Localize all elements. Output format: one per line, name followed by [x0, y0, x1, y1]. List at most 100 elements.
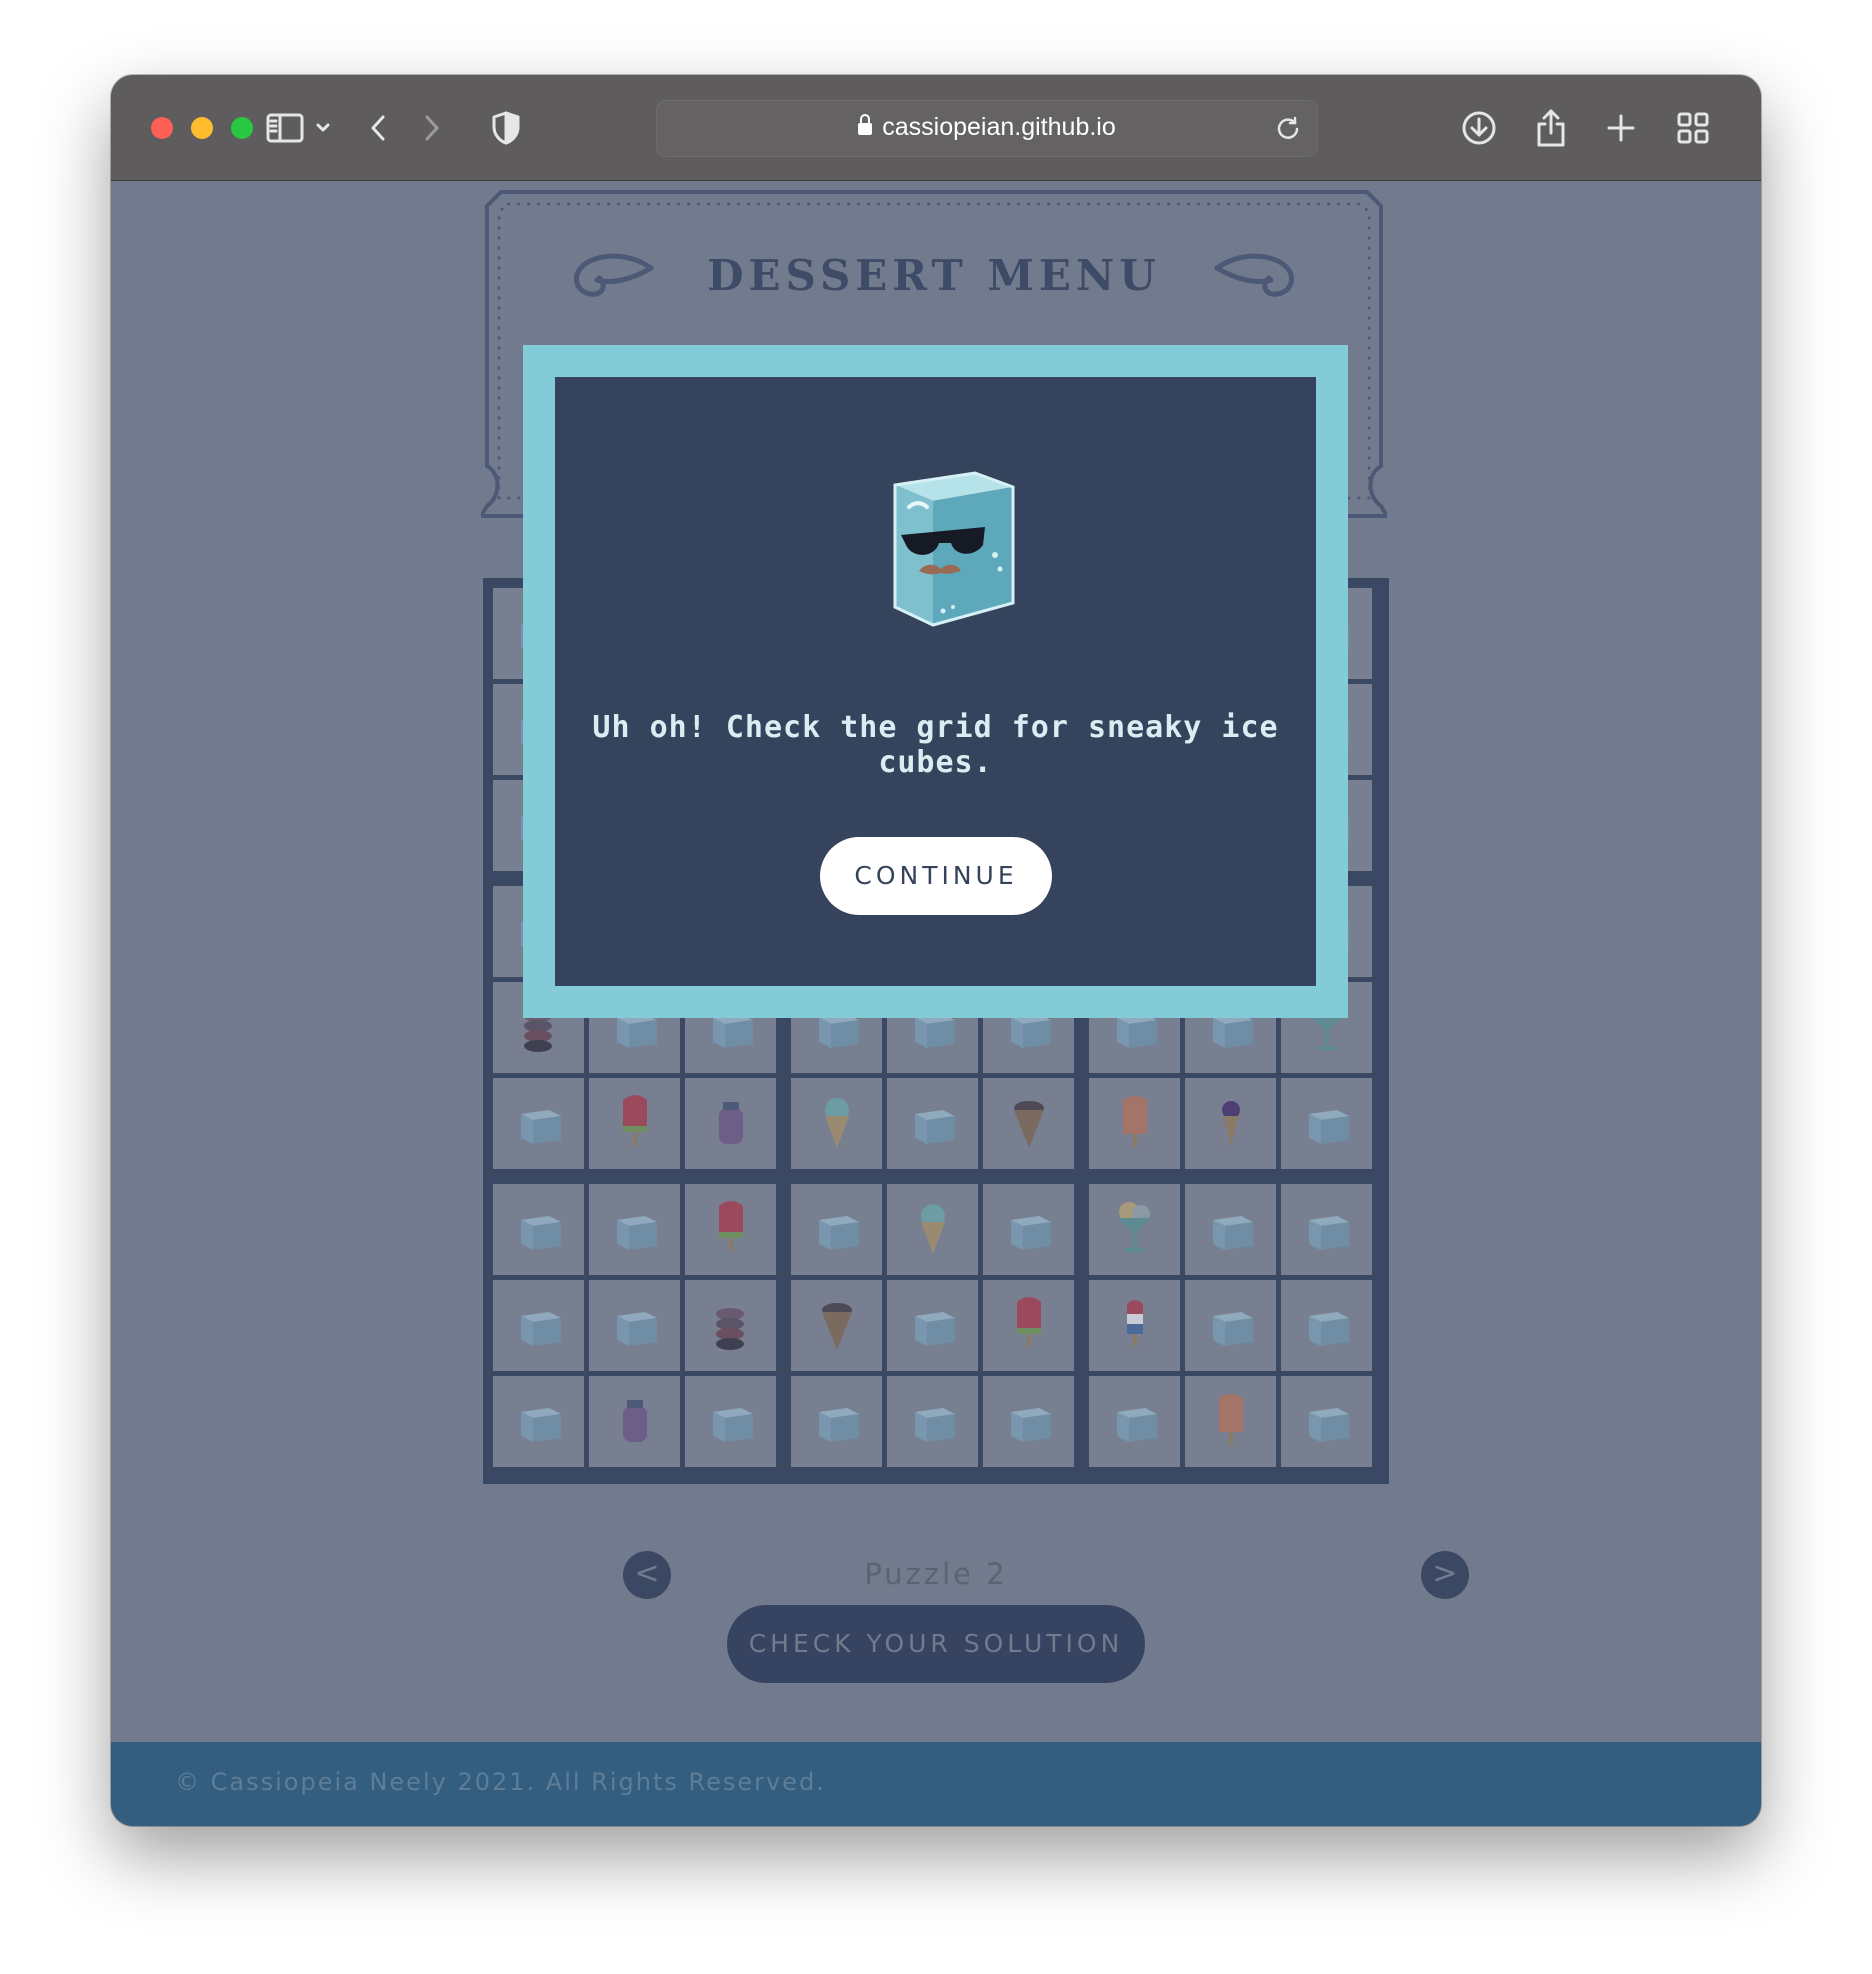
ice-icon	[1309, 1408, 1349, 1442]
grid-cell[interactable]	[1185, 1078, 1276, 1169]
browser-window: cassiopeian.github.io DESSERT MENU < Puz…	[111, 75, 1761, 1826]
grid-cell[interactable]	[887, 1376, 978, 1467]
sidebar-icon[interactable]	[265, 105, 305, 151]
orange-popsicle-icon	[1219, 1394, 1243, 1446]
grid-cell[interactable]	[791, 1280, 882, 1371]
grid-cell[interactable]	[685, 1280, 776, 1371]
grid-cell[interactable]	[685, 1184, 776, 1275]
ice-icon	[915, 1110, 955, 1144]
grid-cell[interactable]	[887, 1078, 978, 1169]
rocket-popsicle-icon	[1127, 1300, 1143, 1346]
grid-cell[interactable]	[1281, 1280, 1372, 1371]
mint-cone-icon	[825, 1098, 849, 1148]
continue-button[interactable]: CONTINUE	[820, 837, 1052, 915]
ice-icon	[521, 1312, 561, 1346]
puzzle-navigation: < Puzzle 2 >	[511, 1551, 1469, 1601]
alert-modal: Uh oh! Check the grid for sneaky ice cub…	[523, 345, 1348, 1018]
next-puzzle-button[interactable]: >	[1421, 1551, 1469, 1599]
ice-icon	[521, 1216, 561, 1250]
download-icon[interactable]	[1459, 105, 1499, 151]
grid-cell[interactable]	[589, 1184, 680, 1275]
grid-cell[interactable]	[685, 1376, 776, 1467]
browser-toolbar: cassiopeian.github.io	[111, 75, 1761, 181]
grid-cell[interactable]	[983, 1078, 1074, 1169]
berry-cone-icon	[1222, 1101, 1240, 1146]
url-text: cassiopeian.github.io	[882, 113, 1116, 141]
grid-cell[interactable]	[887, 1184, 978, 1275]
puzzle-label: Puzzle 2	[864, 1557, 1008, 1591]
grid-cell[interactable]	[493, 1280, 584, 1371]
grid-cell[interactable]	[1185, 1280, 1276, 1371]
orange-popsicle-icon	[1123, 1096, 1147, 1148]
ice-icon	[617, 1216, 657, 1250]
ice-icon	[1309, 1216, 1349, 1250]
minimize-window-button[interactable]	[191, 117, 213, 139]
grid-cell[interactable]	[887, 1280, 978, 1371]
ice-icon	[1011, 1408, 1051, 1442]
grid-cell[interactable]	[1089, 1376, 1180, 1467]
ice-icon	[1309, 1312, 1349, 1346]
ice-icon	[915, 1408, 955, 1442]
close-window-button[interactable]	[151, 117, 173, 139]
ice-icon	[713, 1408, 753, 1442]
ice-icon	[915, 1312, 955, 1346]
grid-cell[interactable]	[493, 1376, 584, 1467]
grid-cell[interactable]	[1281, 1376, 1372, 1467]
sundae-icon	[1117, 1202, 1151, 1252]
chocolate-cone-icon	[822, 1303, 852, 1350]
grid-cell[interactable]	[791, 1376, 882, 1467]
grid-cell[interactable]	[791, 1078, 882, 1169]
lock-icon	[858, 114, 873, 135]
chevron-down-icon[interactable]	[311, 105, 335, 151]
share-icon[interactable]	[1531, 105, 1571, 151]
forward-icon[interactable]	[417, 105, 447, 151]
ice-icon	[1011, 1216, 1051, 1250]
ice-icon	[1309, 1110, 1349, 1144]
grid-cell[interactable]	[1089, 1280, 1180, 1371]
grid-cell[interactable]	[983, 1376, 1074, 1467]
ice-icon	[1213, 1312, 1253, 1346]
back-icon[interactable]	[363, 105, 393, 151]
grid-cell[interactable]	[589, 1376, 680, 1467]
grid-cell[interactable]	[685, 1078, 776, 1169]
watermelon-popsicle-icon	[719, 1201, 743, 1252]
grid-cell[interactable]	[791, 1184, 882, 1275]
watermelon-popsicle-icon	[1017, 1297, 1041, 1348]
watermelon-popsicle-icon	[623, 1095, 647, 1146]
new-tab-icon[interactable]	[1603, 105, 1639, 151]
smoothie-icon	[623, 1400, 647, 1442]
ice-icon	[521, 1110, 561, 1144]
grid-cell[interactable]	[983, 1280, 1074, 1371]
ice-icon	[819, 1216, 859, 1250]
grid-cell[interactable]	[1185, 1184, 1276, 1275]
grid-cell[interactable]	[589, 1078, 680, 1169]
zoom-window-button[interactable]	[231, 117, 253, 139]
tab-overview-icon[interactable]	[1673, 105, 1713, 151]
privacy-shield-icon[interactable]	[489, 105, 523, 151]
footer: © Cassiopeia Neely 2021. All Rights Rese…	[111, 1742, 1761, 1826]
modal-message: Uh oh! Check the grid for sneaky ice cub…	[592, 710, 1279, 780]
grid-cell[interactable]	[1281, 1184, 1372, 1275]
page-title: DESSERT MENU	[707, 251, 1161, 300]
grid-cell[interactable]	[983, 1184, 1074, 1275]
grid-cell[interactable]	[1089, 1184, 1180, 1275]
smoothie-icon	[719, 1102, 743, 1144]
ice-icon	[1213, 1216, 1253, 1250]
macaron-icon	[716, 1308, 744, 1350]
grid-cell[interactable]	[589, 1280, 680, 1371]
mint-cone-icon	[921, 1204, 945, 1254]
ice-icon	[1117, 1408, 1157, 1442]
address-bar[interactable]: cassiopeian.github.io	[656, 100, 1318, 157]
grid-cell[interactable]	[493, 1078, 584, 1169]
modal-panel: Uh oh! Check the grid for sneaky ice cub…	[555, 377, 1316, 986]
grid-cell[interactable]	[493, 1184, 584, 1275]
reload-icon[interactable]	[1275, 115, 1301, 145]
copyright-text: © Cassiopeia Neely 2021. All Rights Rese…	[175, 1768, 826, 1796]
chocolate-cone-icon	[1014, 1101, 1044, 1148]
check-solution-button[interactable]: CHECK YOUR SOLUTION	[727, 1605, 1145, 1683]
grid-cell[interactable]	[1281, 1078, 1372, 1169]
ice-icon	[521, 1408, 561, 1442]
ice-icon	[819, 1408, 859, 1442]
grid-cell[interactable]	[1089, 1078, 1180, 1169]
grid-cell[interactable]	[1185, 1376, 1276, 1467]
